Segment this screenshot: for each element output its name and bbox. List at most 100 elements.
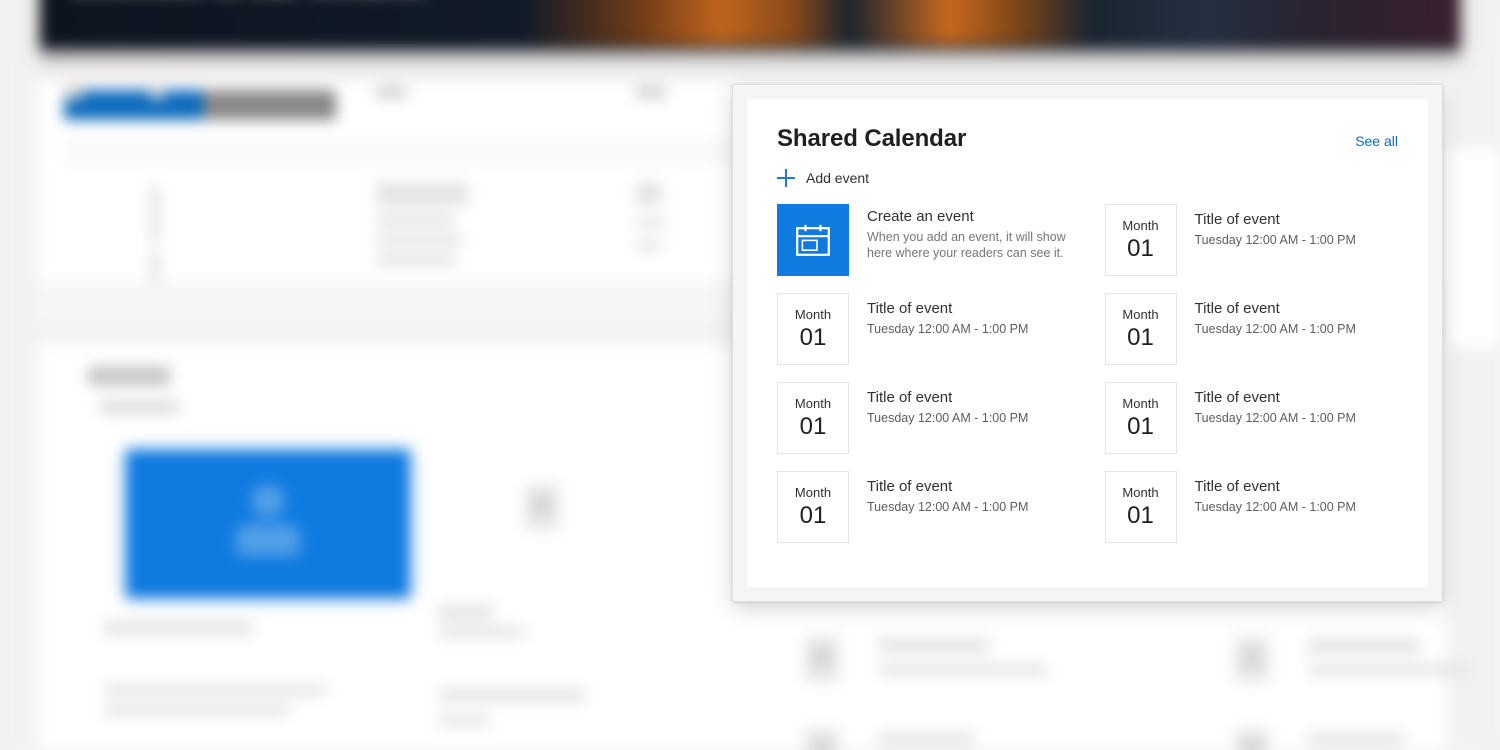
event-list-item[interactable]: Month 01 Title of event Tuesday 12:00 AM… bbox=[777, 471, 1071, 543]
event-text: Title of event Tuesday 12:00 AM - 1:00 P… bbox=[1195, 204, 1356, 249]
plus-icon bbox=[777, 169, 795, 187]
list-item-meta bbox=[878, 664, 1048, 676]
table-cell bbox=[636, 182, 662, 206]
list-item-title bbox=[1308, 638, 1420, 654]
document-icon bbox=[804, 636, 840, 682]
event-title: Title of event bbox=[1194, 478, 1280, 495]
event-list-item[interactable]: Month 01 Title of event Tuesday 12:00 AM… bbox=[1104, 293, 1399, 365]
date-day: 01 bbox=[799, 323, 827, 351]
date-tile: Month 01 bbox=[777, 471, 849, 543]
event-list-item[interactable]: Month 01 Title of event Tuesday 12:00 AM… bbox=[777, 382, 1071, 454]
event-time: Tuesday 12:00 AM - 1:00 PM bbox=[867, 411, 1029, 425]
table-cell bbox=[636, 240, 662, 250]
tile-description bbox=[104, 704, 290, 716]
date-day: 01 bbox=[1127, 501, 1154, 529]
event-title: Title of event bbox=[1194, 211, 1280, 228]
promo-title: Create an event bbox=[867, 208, 974, 225]
hero-banner: Welcome to our intranet bbox=[40, 0, 1460, 48]
table-column-header bbox=[636, 86, 666, 99]
date-day: 01 bbox=[1127, 323, 1154, 351]
event-text: Title of event Tuesday 12:00 AM - 1:00 P… bbox=[867, 471, 1028, 516]
date-day: 01 bbox=[1127, 412, 1154, 440]
tab-pill-inactive bbox=[204, 90, 336, 120]
event-title: Title of event bbox=[867, 389, 953, 406]
document-icon bbox=[804, 728, 840, 750]
featured-tile bbox=[126, 450, 410, 598]
date-tile: Month 01 bbox=[1104, 471, 1177, 543]
event-time: Tuesday 12:00 AM - 1:00 PM bbox=[867, 322, 1029, 336]
event-list-item[interactable]: Month 01 Title of event Tuesday 12:00 AM… bbox=[1104, 471, 1399, 543]
event-time: Tuesday 12:00 AM - 1:00 PM bbox=[1194, 233, 1356, 247]
document-icon bbox=[524, 484, 560, 530]
section-subtitle-placeholder bbox=[100, 400, 178, 414]
calendar-icon bbox=[796, 224, 830, 256]
page-title: Shared Calendar bbox=[777, 125, 967, 152]
tile-description bbox=[438, 626, 524, 638]
right-rail-panel bbox=[1442, 148, 1500, 348]
date-month: Month bbox=[1122, 306, 1159, 322]
event-list-item[interactable]: Month 01 Title of event Tuesday 12:00 AM… bbox=[1104, 382, 1399, 454]
add-event-label: Add event bbox=[806, 170, 870, 186]
event-title: Title of event bbox=[867, 478, 953, 495]
table-column-header bbox=[64, 86, 82, 99]
tile-description bbox=[438, 714, 490, 726]
event-text: Title of event Tuesday 12:00 AM - 1:00 P… bbox=[867, 293, 1028, 338]
event-title: Title of event bbox=[1194, 389, 1280, 406]
table-cell bbox=[376, 182, 468, 206]
date-day: 01 bbox=[799, 412, 827, 440]
table-cell bbox=[636, 218, 666, 228]
promo-description: When you add an event, it will show here… bbox=[867, 230, 1066, 260]
event-title: Title of event bbox=[1194, 300, 1280, 317]
date-month: Month bbox=[1122, 217, 1159, 233]
tile-caption bbox=[438, 604, 494, 620]
shared-calendar-callout: Shared Calendar See all Add event Create… bbox=[732, 84, 1443, 602]
date-day: 01 bbox=[799, 501, 827, 529]
table-cell bbox=[150, 186, 160, 242]
tab-pills bbox=[64, 90, 336, 120]
date-month: Month bbox=[794, 484, 832, 500]
date-day: 01 bbox=[1127, 234, 1154, 262]
list-item-title bbox=[878, 732, 974, 746]
list-item-title bbox=[878, 638, 990, 654]
add-event-button[interactable]: Add event bbox=[777, 169, 869, 187]
table-cell bbox=[376, 254, 456, 266]
date-month: Month bbox=[1122, 395, 1159, 411]
table-cell bbox=[376, 214, 454, 226]
event-text: Title of event Tuesday 12:00 AM - 1:00 P… bbox=[1195, 382, 1356, 427]
calendar-thumbnail bbox=[777, 204, 849, 276]
date-tile: Month 01 bbox=[1104, 382, 1177, 454]
date-tile: Month 01 bbox=[777, 382, 849, 454]
list-item-meta bbox=[1308, 664, 1470, 676]
callout-surface: Shared Calendar See all Add event Create… bbox=[747, 99, 1428, 587]
person-icon bbox=[232, 484, 304, 562]
event-text: Title of event Tuesday 12:00 AM - 1:00 P… bbox=[1195, 293, 1356, 338]
date-month: Month bbox=[1122, 484, 1159, 500]
event-text: Title of event Tuesday 12:00 AM - 1:00 P… bbox=[1195, 471, 1356, 516]
event-list-item[interactable]: Month 01 Title of event Tuesday 12:00 AM… bbox=[1104, 204, 1399, 276]
promo-text: Create an event When you add an event, i… bbox=[867, 204, 1071, 261]
event-title: Title of event bbox=[867, 300, 953, 317]
date-tile: Month 01 bbox=[777, 293, 849, 365]
create-event-promo[interactable]: Create an event When you add an event, i… bbox=[777, 204, 1071, 276]
date-month: Month bbox=[794, 306, 832, 322]
tab-pill-active bbox=[64, 90, 204, 120]
event-time: Tuesday 12:00 AM - 1:00 PM bbox=[1194, 411, 1356, 425]
hero-fade bbox=[40, 42, 1460, 62]
event-time: Tuesday 12:00 AM - 1:00 PM bbox=[867, 500, 1029, 514]
date-tile: Month 01 bbox=[1104, 204, 1177, 276]
tile-caption bbox=[104, 620, 252, 636]
date-tile: Month 01 bbox=[1104, 293, 1177, 365]
event-time: Tuesday 12:00 AM - 1:00 PM bbox=[1194, 500, 1356, 514]
hero-title: Welcome to our intranet bbox=[70, 0, 424, 2]
event-time: Tuesday 12:00 AM - 1:00 PM bbox=[1194, 322, 1356, 336]
tile-description bbox=[104, 684, 326, 696]
events-grid: Create an event When you add an event, i… bbox=[777, 204, 1398, 543]
section-title-placeholder bbox=[88, 366, 170, 386]
event-list-item[interactable]: Month 01 Title of event Tuesday 12:00 AM… bbox=[777, 293, 1071, 365]
see-all-link[interactable]: See all bbox=[1355, 125, 1398, 151]
table-cell bbox=[376, 234, 462, 246]
list-item-title bbox=[1308, 732, 1404, 746]
table-column-header bbox=[150, 86, 164, 99]
tile-description bbox=[438, 688, 586, 702]
callout-header: Shared Calendar See all bbox=[777, 125, 1398, 153]
